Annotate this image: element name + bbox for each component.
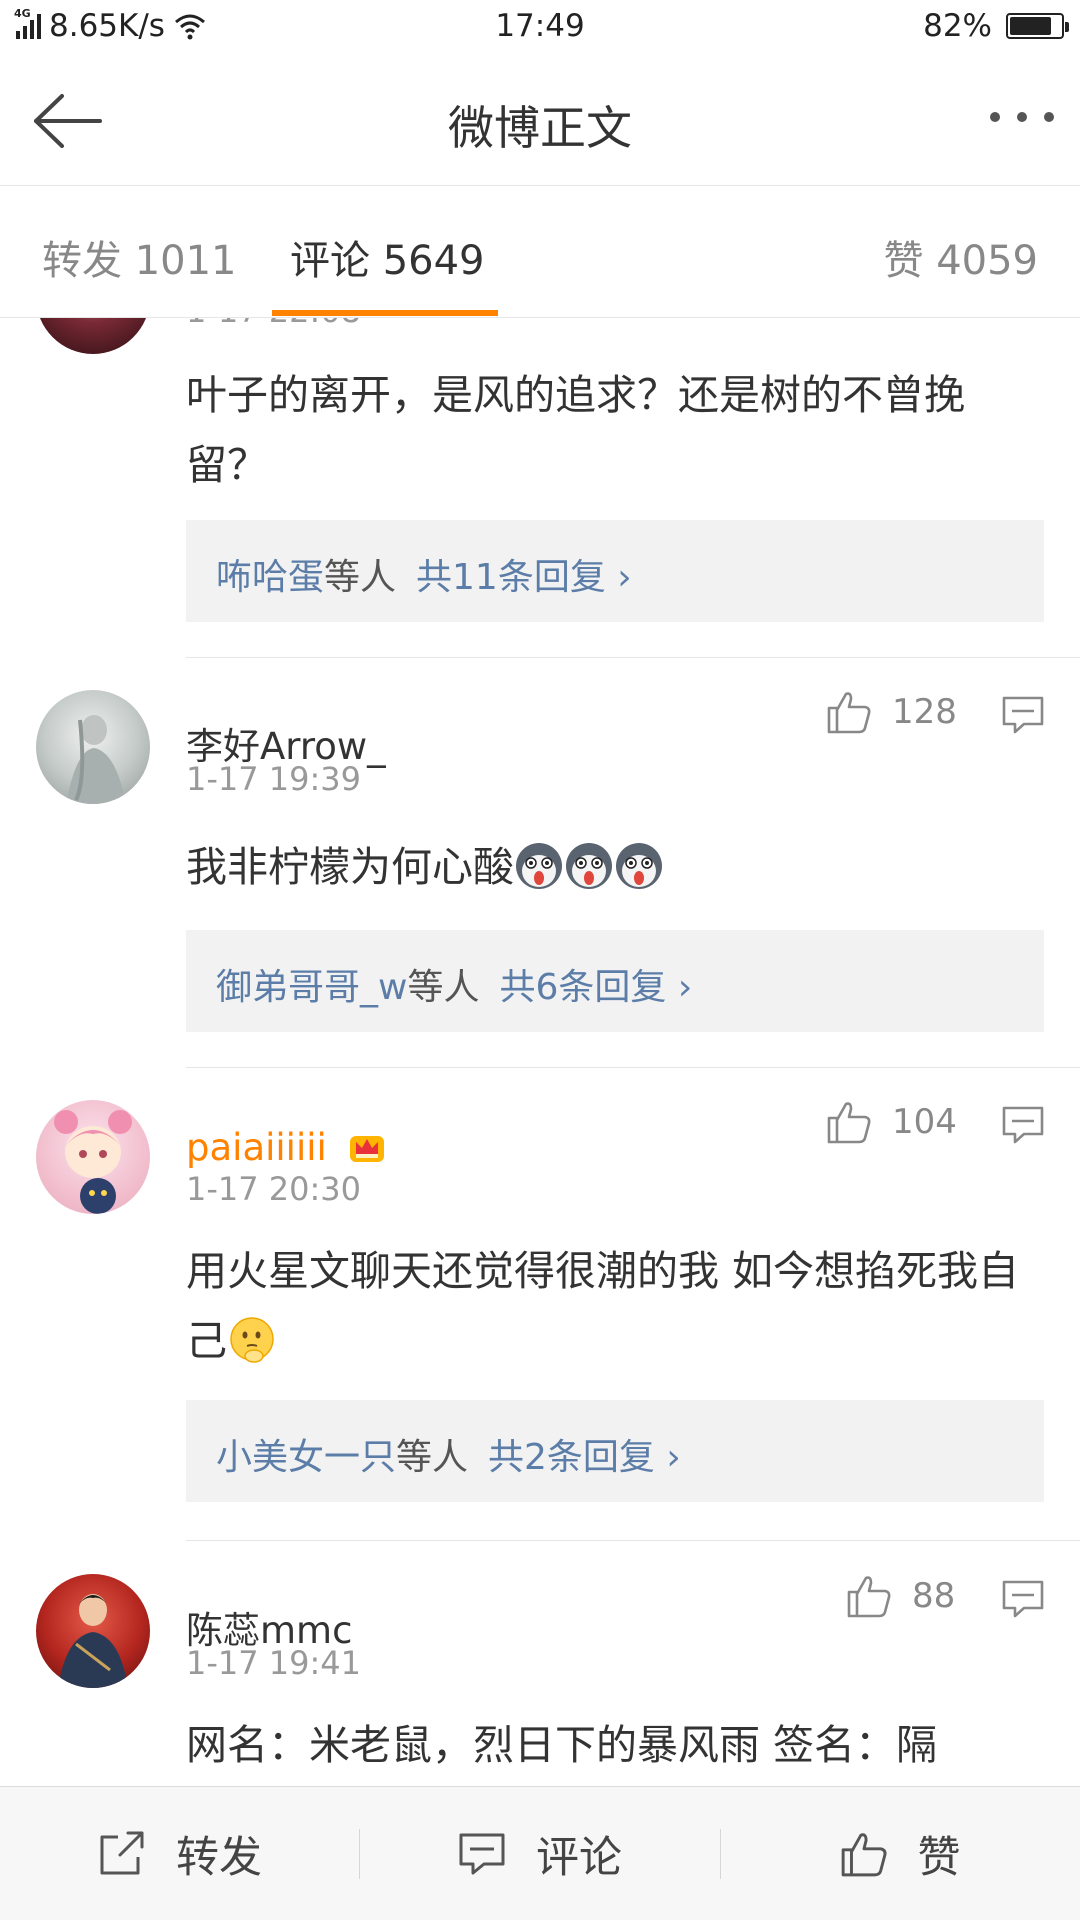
- comment-text: 网名：米老鼠，烈日下的暴风雨 签名：隔: [186, 1721, 938, 1769]
- replies-preview[interactable]: 御弟哥哥_w等人 共6条回复 ›: [186, 930, 1044, 1032]
- husky-emoji-icon: [566, 843, 612, 889]
- avatar[interactable]: [36, 318, 150, 354]
- like-count: 104: [892, 1102, 957, 1142]
- comment-icon: [459, 1833, 505, 1875]
- comment-time: 1-17 20:30: [186, 1170, 362, 1208]
- thumbs-up-icon: [841, 1833, 886, 1877]
- avatar-figure-icon: [66, 715, 126, 804]
- reply-icon[interactable]: [1002, 696, 1044, 734]
- replies-preview[interactable]: 小美女一只等人 共2条回复 ›: [186, 1400, 1044, 1502]
- bottom-action-bar: 转发 评论 赞: [0, 1786, 1080, 1920]
- reply-icon[interactable]: [1002, 1106, 1044, 1144]
- reply-count-link[interactable]: 共11条回复 ›: [416, 557, 632, 598]
- comment-label: 评论: [536, 1833, 622, 1883]
- battery-percent: 82%: [923, 8, 992, 44]
- tab-reposts[interactable]: 转发 1011: [42, 228, 237, 286]
- reply-user-names[interactable]: 御弟哥哥_w: [216, 967, 407, 1008]
- husky-emoji-icon: [616, 843, 662, 889]
- repost-button[interactable]: 转发: [0, 1787, 360, 1920]
- thumbs-up-icon: [827, 692, 871, 734]
- dot-icon: [1044, 112, 1054, 122]
- active-tab-indicator: [272, 310, 498, 316]
- avatar[interactable]: [36, 1574, 150, 1688]
- like-button[interactable]: 104: [826, 1100, 957, 1144]
- share-icon: [100, 1831, 144, 1875]
- reply-count-link[interactable]: 共2条回复 ›: [488, 1437, 681, 1478]
- divider: [186, 657, 1080, 658]
- thinking-emoji-icon: [230, 1317, 274, 1363]
- like-button-bottom[interactable]: 赞: [720, 1787, 1080, 1920]
- avatar-anime-girl-icon: [54, 1110, 132, 1214]
- comment-time: 1-17 19:39: [186, 760, 362, 798]
- divider: [186, 1067, 1080, 1068]
- like-button[interactable]: 128: [826, 690, 957, 734]
- reply-user-names[interactable]: 小美女一只: [216, 1437, 396, 1478]
- like-count: 88: [912, 1576, 956, 1616]
- divider: [186, 1540, 1080, 1541]
- like-label: 赞: [917, 1833, 961, 1883]
- username-text: paiaiiiiii: [186, 1126, 327, 1169]
- like-button[interactable]: 88: [846, 1574, 955, 1618]
- avatar[interactable]: [36, 1100, 150, 1214]
- status-bar: 4G 8.65K/s 17:49 82%: [0, 0, 1080, 56]
- crown-badge-icon: [349, 1136, 384, 1162]
- tab-bar: 转发 1011 评论 5649 赞 4059: [0, 186, 1080, 318]
- thumbs-up-icon: [827, 1102, 871, 1144]
- nav-header: 微博正文: [0, 56, 1080, 186]
- reply-count-link[interactable]: 共6条回复 ›: [499, 967, 692, 1008]
- replies-preview[interactable]: 咘哈蛋等人 共11条回复 ›: [186, 520, 1044, 622]
- comment-text: 我非柠檬为何心酸: [186, 832, 1046, 902]
- comment-username[interactable]: paiaiiiiii: [186, 1126, 387, 1169]
- comment-text-body: 我非柠檬为何心酸: [186, 843, 514, 891]
- reply-etc-label: 等人: [324, 557, 397, 598]
- dot-icon: [1017, 112, 1027, 122]
- repost-label: 转发: [176, 1833, 262, 1883]
- reply-etc-label: 等人: [407, 967, 480, 1008]
- clock: 17:49: [495, 8, 585, 44]
- husky-emoji-icon: [516, 843, 562, 889]
- dot-icon: [990, 112, 1000, 122]
- tab-likes[interactable]: 赞 4059: [883, 228, 1038, 286]
- like-count: 128: [892, 692, 957, 732]
- avatar[interactable]: [36, 690, 150, 804]
- more-options-button[interactable]: [990, 112, 1054, 122]
- comment-text: 用火星文聊天还觉得很潮的我 如今想掐死我自己: [186, 1236, 1036, 1376]
- page-title: 微博正文: [448, 101, 632, 155]
- reply-user-names[interactable]: 咘哈蛋: [216, 557, 324, 598]
- comment-time: 1-17 19:41: [186, 1644, 362, 1682]
- comment-text-body: 用火星文聊天还觉得很潮的我 如今想掐死我自己: [186, 1247, 1020, 1365]
- comment-button[interactable]: 评论: [360, 1787, 720, 1920]
- reply-etc-label: 等人: [396, 1437, 469, 1478]
- battery-icon: [1006, 13, 1069, 39]
- comment-text: 叶子的离开，是风的追求？还是树的不曾挽留？: [186, 371, 965, 489]
- reply-icon[interactable]: [1002, 1580, 1044, 1618]
- tab-comments[interactable]: 评论 5649: [290, 228, 485, 286]
- thumbs-up-icon: [847, 1576, 891, 1618]
- avatar-person-icon: [58, 1594, 128, 1688]
- comment-list[interactable]: 1-17 22:08 叶子的离开，是风的追求？还是树的不曾挽留？ 咘哈蛋等人共1…: [0, 318, 1080, 1786]
- comment-time: 1-17 22:08: [186, 318, 361, 330]
